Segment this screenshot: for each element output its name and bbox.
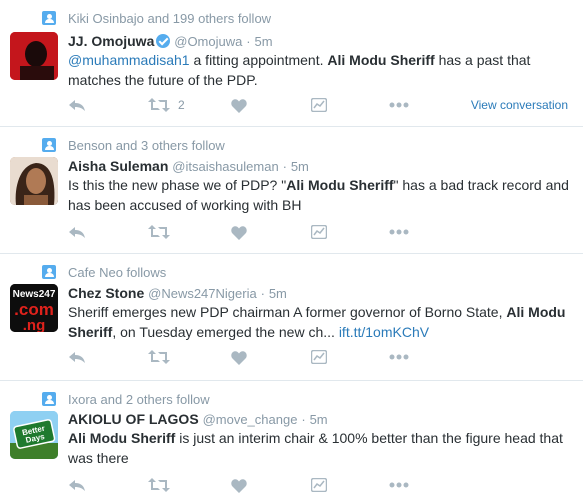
analytics-button[interactable] [311,96,327,114]
analytics-button[interactable] [311,223,327,241]
username[interactable]: @News247Nigeria [148,286,257,301]
reply-button[interactable] [68,96,86,114]
username[interactable]: @Omojuwa [174,34,242,49]
tweet-context: Kiki Osinbajo and 199 others follow [68,11,272,26]
tweet-text: Ali Modu Sheriff is just an interim chai… [68,428,578,468]
like-button[interactable] [231,348,247,366]
timeline: Kiki Osinbajo and 199 others follow JJ. … [0,0,583,502]
svg-text:News247: News247 [13,289,56,300]
username[interactable]: @itsaishasuleman [172,159,278,174]
heart-icon [231,478,247,493]
fullname[interactable]: AKIOLU OF LAGOS [68,411,199,427]
more-dots-icon [389,229,409,235]
timestamp[interactable]: 5m [310,412,328,427]
tweet-header: Chez Stone @News247Nigeria · 5m [68,283,287,303]
follow-person-icon [42,11,56,25]
fullname[interactable]: Aisha Suleman [68,158,168,174]
heart-icon [231,225,247,240]
username[interactable]: @move_change [203,412,298,427]
reply-icon [69,227,85,238]
tweet-text-bold: Ali Modu Sheriff [68,430,176,446]
more-button[interactable] [389,348,409,366]
tweet-text-bold: Ali Modu Sheriff [327,52,435,68]
more-dots-icon [389,482,409,488]
retweet-button[interactable] [148,476,170,494]
tweet-actions [68,476,578,494]
retweet-button[interactable] [148,223,170,241]
retweet-count: 2 [178,98,185,112]
more-dots-icon [389,102,409,108]
more-button[interactable] [389,476,409,494]
like-button[interactable] [231,476,247,494]
tweet-text-part: Is this the new phase we of PDP? " [68,177,287,193]
analytics-button[interactable] [311,348,327,366]
tweet-text-part: a fitting appointment. [189,52,328,68]
reply-button[interactable] [68,223,86,241]
retweet-button[interactable] [148,348,170,366]
heart-icon [231,98,247,113]
tweet-text-bold: Ali Modu Sheriff [286,177,394,193]
timestamp[interactable]: 5m [254,34,272,49]
like-button[interactable] [231,223,247,241]
tweet-link[interactable]: ift.tt/1omKChV [339,324,429,340]
tweet-text: Is this the new phase we of PDP? "Ali Mo… [68,175,578,215]
analytics-icon [311,478,327,492]
reply-button[interactable] [68,476,86,494]
tweet-text-part: Sheriff emerges new PDP chairman A forme… [68,304,507,320]
tweet-context: Benson and 3 others follow [68,138,225,153]
reply-icon [69,352,85,363]
retweet-icon [148,478,170,492]
follow-person-icon [42,265,56,279]
retweet-icon [148,225,170,239]
tweet[interactable]: Cafe Neo follows News247 .com .ng Chez S… [0,254,583,381]
avatar[interactable]: News247 .com .ng [10,284,58,332]
retweet-icon [148,350,170,364]
analytics-icon [311,225,327,239]
separator-dot: · [260,286,265,301]
more-button[interactable] [389,223,409,241]
svg-text:.ng: .ng [23,317,46,332]
timestamp[interactable]: 5m [291,159,309,174]
avatar[interactable] [10,157,58,205]
reply-button[interactable] [68,348,86,366]
analytics-icon [311,350,327,364]
heart-icon [231,350,247,365]
reply-icon [69,100,85,111]
analytics-icon [311,98,327,112]
view-conversation-link[interactable]: View conversation [471,96,568,114]
tweet-text-part: , on Tuesday emerged the new ch... [112,324,339,340]
tweet-actions [68,348,578,366]
like-button[interactable] [231,96,247,114]
analytics-button[interactable] [311,476,327,494]
follow-person-icon [42,138,56,152]
tweet-actions [68,223,578,241]
avatar[interactable] [10,32,58,80]
more-button[interactable] [389,96,409,114]
tweet[interactable]: Ixora and 2 others follow Better Days AK… [0,381,583,502]
retweet-button[interactable]: 2 [148,96,185,114]
tweet-context: Cafe Neo follows [68,265,167,280]
fullname[interactable]: JJ. Omojuwa [68,33,154,49]
tweet-context: Ixora and 2 others follow [68,392,210,407]
follow-person-icon [42,392,56,406]
verified-badge-icon [156,34,171,48]
tweet-header: Aisha Suleman @itsaishasuleman · 5m [68,156,309,176]
separator-dot: · [246,34,251,49]
tweet-header: AKIOLU OF LAGOS @move_change · 5m [68,409,328,429]
reply-icon [69,480,85,491]
tweet-text: Sheriff emerges new PDP chairman A forme… [68,302,578,342]
separator-dot: · [282,159,287,174]
separator-dot: · [301,412,306,427]
tweet-header: JJ. Omojuwa @Omojuwa · 5m [68,31,273,51]
more-dots-icon [389,354,409,360]
retweet-icon [148,98,170,112]
mention-link[interactable]: @muhammadisah1 [68,52,190,68]
tweet-text: @muhammadisah1 a fitting appointment. Al… [68,50,578,90]
timestamp[interactable]: 5m [269,286,287,301]
tweet[interactable]: Kiki Osinbajo and 199 others follow JJ. … [0,0,583,127]
tweet-actions: 2 View conversation [68,96,578,114]
avatar[interactable]: Better Days [10,411,58,459]
tweet[interactable]: Benson and 3 others follow Aisha Suleman… [0,127,583,254]
fullname[interactable]: Chez Stone [68,285,144,301]
